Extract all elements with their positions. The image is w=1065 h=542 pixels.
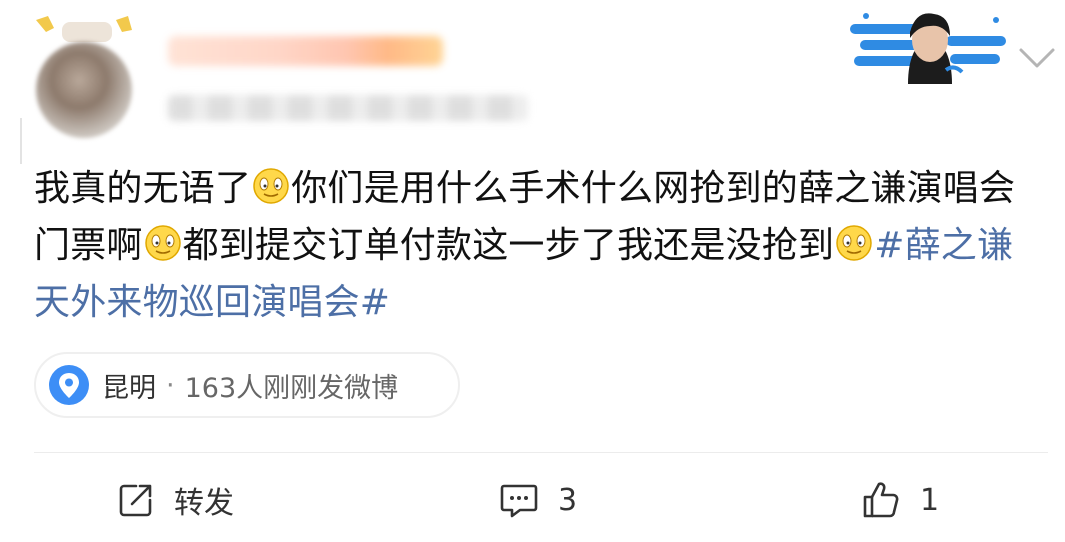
chevron-down-icon[interactable] [1017,46,1057,70]
repost-button[interactable]: 转发 [116,476,234,524]
thumbs-up-icon [863,482,899,518]
repost-label: 转发 [174,486,234,521]
doge-smile-emoji-icon [144,225,181,261]
doge-smile-emoji-icon [836,225,872,261]
repost-icon [119,484,152,517]
location-tag[interactable]: 昆明 · 163人刚刚发微博 [34,352,460,418]
location-separator: · [166,369,175,401]
doge-smile-emoji-icon [253,168,289,204]
comment-button[interactable]: 3 [498,476,577,524]
location-city: 昆明 [102,372,156,404]
avatar[interactable] [36,42,132,138]
location-activity-count: 163人刚刚发微博 [184,372,399,404]
location-pin-icon [49,365,89,405]
comment-icon [500,484,538,518]
fan-badge[interactable] [850,6,1006,84]
avatar-divider [20,118,22,164]
username-blurred[interactable] [168,36,443,66]
post-meta-blurred [168,95,528,121]
comment-count: 3 [558,482,578,518]
post-text-part-1: 我真的无语了 [34,168,252,209]
post-content: 我真的无语了 你们是用什么手术什么网抢到的薛之谦演唱会门票啊 都到提交订单付款这一步… [34,160,1044,331]
like-count: 1 [920,482,940,518]
action-bar-divider [34,452,1048,453]
like-button[interactable]: 1 [860,476,939,524]
post-text-part-3: 都到提交订单付款这一步了我还是没抢到 [182,225,835,266]
